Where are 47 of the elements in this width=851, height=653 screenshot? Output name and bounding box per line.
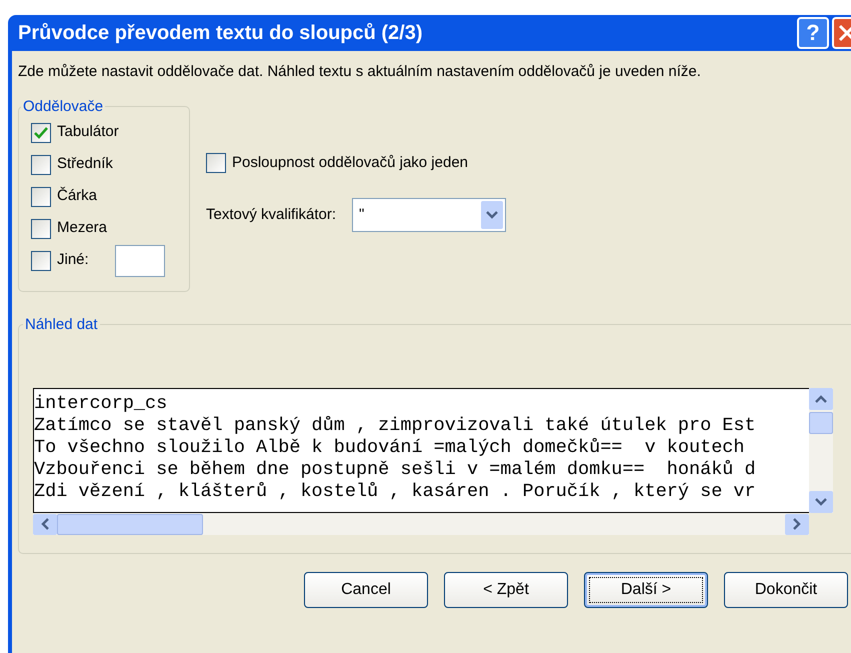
scroll-thumb[interactable] <box>809 412 833 434</box>
dropdown-button[interactable] <box>481 201 504 229</box>
checkbox-label: Jiné: <box>57 250 89 270</box>
group-title: Náhled dat <box>24 314 99 334</box>
dialog-button[interactable]: Dokončit <box>724 572 848 608</box>
help-button[interactable]: ? <box>797 17 829 49</box>
chevron-right-icon <box>793 518 801 530</box>
close-button[interactable] <box>832 17 851 49</box>
scroll-thumb[interactable] <box>57 514 203 534</box>
horizontal-scrollbar[interactable] <box>33 513 809 535</box>
preview-line: To všechno sloužilo Albě k budování =malých domečků== v koutech <box>34 437 745 459</box>
checkbox-label: Mezera <box>57 218 108 238</box>
preview-line: Zatímco se stavěl panský dům , zimprovizovali také útulek pro Est <box>34 415 756 437</box>
check-icon <box>34 126 48 138</box>
window-title: Průvodce převodem textu do sloupců (2/3) <box>18 21 423 46</box>
vertical-scrollbar[interactable] <box>809 388 833 513</box>
dropdown-value: " <box>359 204 364 225</box>
qualifier-label: Textový kvalifikátor: <box>206 204 336 225</box>
checkbox[interactable] <box>31 122 51 142</box>
dialog-button[interactable]: Další > <box>584 572 708 608</box>
checkbox[interactable] <box>31 250 51 270</box>
dialog-button[interactable]: < Zpět <box>444 572 568 608</box>
scroll-up-button[interactable] <box>809 388 833 410</box>
chevron-down-icon <box>486 211 498 219</box>
scroll-down-button[interactable] <box>809 491 833 513</box>
dialog-button[interactable]: Cancel <box>304 572 428 608</box>
checkbox[interactable] <box>31 154 51 174</box>
qualifier-dropdown[interactable]: " <box>352 198 506 232</box>
checkbox[interactable] <box>31 218 51 238</box>
checkbox-label: Čárka <box>57 186 98 206</box>
scroll-left-button[interactable] <box>33 514 57 534</box>
scroll-right-button[interactable] <box>785 514 809 534</box>
instructions-text: Zde můžete nastavit oddělovače dat. Náhled textu s aktuálním nastavením oddělovačů je uveden níže. <box>18 62 702 82</box>
preview-line: Vzbouřenci se během dne postupně sešli v =malém domku== honáků d <box>34 459 756 481</box>
chevron-up-icon <box>815 395 827 403</box>
preview-line: intercorp_cs <box>34 393 168 415</box>
checkbox[interactable] <box>206 152 226 173</box>
checkbox-label: Tabulátor <box>57 122 119 142</box>
chevron-down-icon <box>815 498 827 506</box>
close-icon <box>838 24 851 42</box>
checkbox-label: Středník <box>57 154 113 174</box>
other-delimiter-field[interactable] <box>114 244 165 276</box>
chevron-left-icon <box>41 518 49 530</box>
checkbox-label: Posloupnost oddělovačů jako jeden <box>232 152 468 172</box>
preview-line: Zdi vězení , klášterů , kostelů , kasáren . Poručík , který se vr <box>34 481 756 503</box>
checkbox[interactable] <box>31 186 51 206</box>
group-title: Oddělovače <box>22 96 104 116</box>
